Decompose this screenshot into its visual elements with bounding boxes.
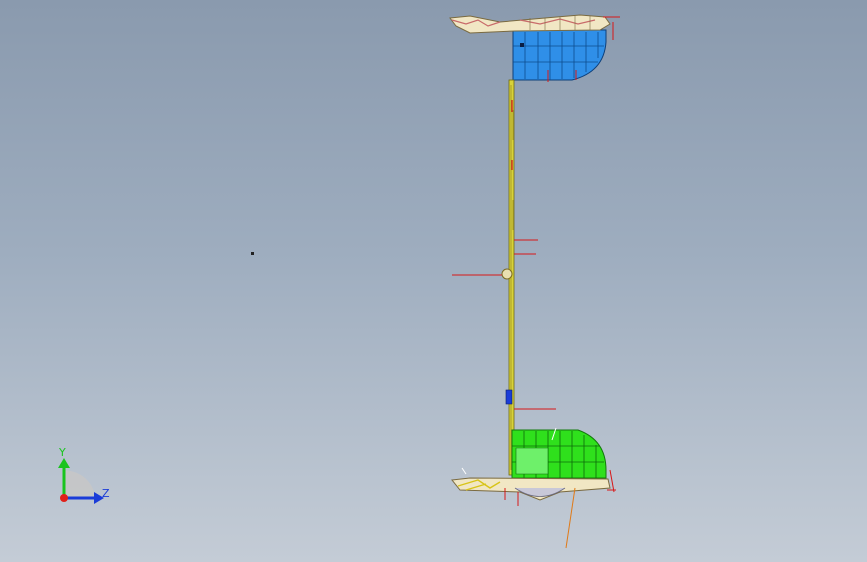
rod-dimension-lines <box>452 239 556 410</box>
sketch-point[interactable] <box>251 252 254 255</box>
upper-drum[interactable] <box>512 29 607 81</box>
triad-z-label: Z <box>102 487 110 500</box>
rod-blue-component[interactable] <box>505 389 513 405</box>
triad-y-label: Y <box>58 446 66 459</box>
graphics-viewport[interactable]: Y Z <box>0 0 867 562</box>
orientation-triad[interactable]: Y Z <box>58 446 110 504</box>
lower-drum-panel <box>515 447 549 475</box>
cad-model-view[interactable]: Y Z <box>0 0 867 562</box>
lower-assembly[interactable] <box>451 427 616 549</box>
upper-drum-marker <box>520 43 524 47</box>
triad-origin <box>60 494 68 502</box>
lower-frame-bowl <box>514 487 566 497</box>
mid-bracket[interactable] <box>501 268 513 280</box>
lower-leader-line <box>565 487 576 549</box>
triad-y-arrowhead <box>58 458 70 468</box>
upper-assembly[interactable] <box>449 14 620 82</box>
vertical-rod[interactable] <box>452 79 556 476</box>
triad-plane-shade <box>64 470 96 498</box>
